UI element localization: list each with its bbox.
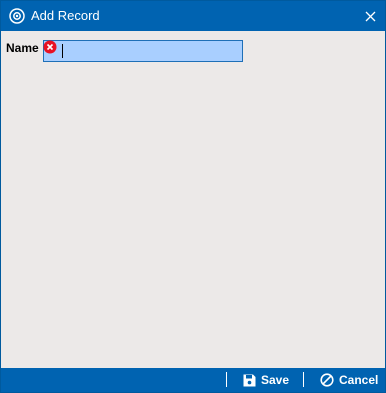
- name-label: Name: [6, 41, 39, 55]
- cancel-circle-icon: [320, 373, 334, 387]
- error-x-icon: [43, 40, 57, 54]
- name-input[interactable]: [43, 40, 243, 62]
- close-button[interactable]: [355, 1, 385, 31]
- cancel-label: Cancel: [339, 373, 379, 387]
- app-gear-icon: [9, 8, 25, 24]
- footer-separator: [303, 372, 304, 387]
- floppy-disk-icon: [243, 374, 256, 386]
- text-caret: [62, 44, 63, 58]
- title-bar: Add Record: [1, 1, 385, 31]
- close-icon: [365, 11, 375, 21]
- window-title: Add Record: [31, 8, 100, 23]
- cancel-button[interactable]: Cancel: [320, 368, 378, 392]
- save-label: Save: [261, 373, 290, 387]
- footer-separator: [226, 372, 227, 387]
- add-record-dialog: Add Record Name Save Cancel: [0, 0, 386, 393]
- footer-bar: Save Cancel: [1, 368, 385, 392]
- save-button[interactable]: Save: [243, 368, 289, 392]
